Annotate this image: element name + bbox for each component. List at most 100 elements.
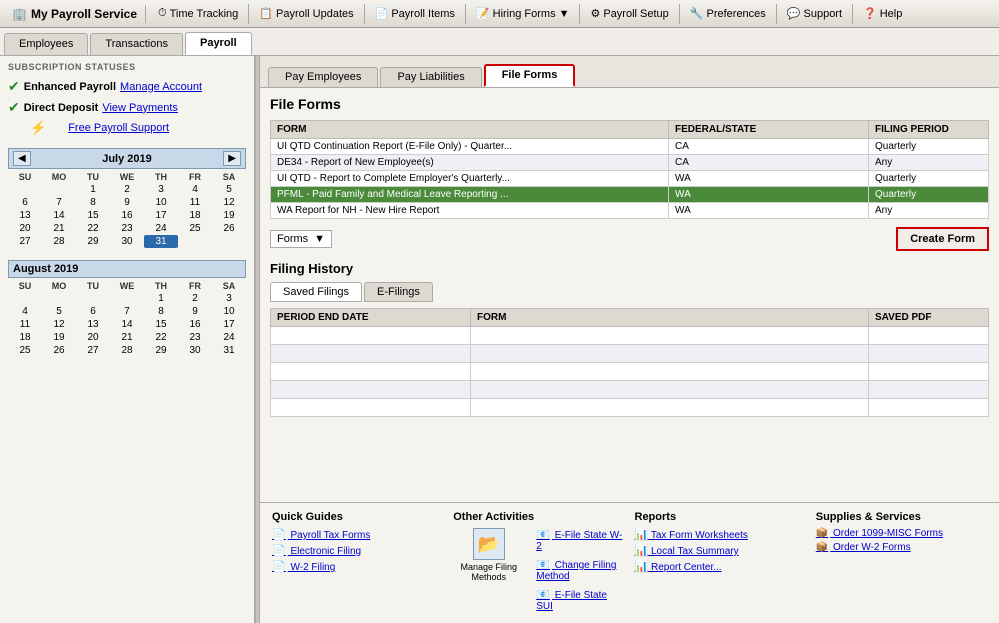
calendar-day[interactable]: 10 <box>212 305 246 318</box>
menu-preferences[interactable]: 🔧 Preferences <box>684 5 772 22</box>
calendar-day[interactable]: 12 <box>212 196 246 209</box>
calendar-day[interactable]: 23 <box>178 331 212 344</box>
calendar-day[interactable]: 27 <box>76 344 110 357</box>
calendar-day[interactable]: 20 <box>8 222 42 235</box>
calendar-day[interactable]: 29 <box>76 235 110 248</box>
calendar-day[interactable]: 6 <box>8 196 42 209</box>
calendar-day[interactable]: 5 <box>42 305 76 318</box>
menu-payroll-updates[interactable]: 📋 Payroll Updates <box>253 5 359 22</box>
calendar-day[interactable]: 30 <box>178 344 212 357</box>
calendar-day[interactable]: 26 <box>42 344 76 357</box>
calendar-day[interactable]: 13 <box>76 318 110 331</box>
calendar-day[interactable]: 6 <box>76 305 110 318</box>
menu-payroll-setup[interactable]: ⚙ Payroll Setup <box>584 5 674 22</box>
calendar-day[interactable]: 21 <box>110 331 144 344</box>
calendar-day[interactable]: 15 <box>144 318 178 331</box>
calendar-day[interactable]: 11 <box>178 196 212 209</box>
calendar-day[interactable]: 12 <box>42 318 76 331</box>
menu-hiring-forms[interactable]: 📝 Hiring Forms ▼ <box>470 5 576 22</box>
w2-filing-link[interactable]: 📄 W-2 Filing <box>272 560 443 573</box>
calendar-day[interactable]: 29 <box>144 344 178 357</box>
calendar-day[interactable]: 14 <box>42 209 76 222</box>
forms-table-row[interactable]: UI QTD - Report to Complete Employer's Q… <box>271 171 989 187</box>
calendar-day[interactable]: 8 <box>76 196 110 209</box>
calendar-day[interactable]: 4 <box>178 183 212 196</box>
local-tax-summary-link[interactable]: 📊 Local Tax Summary <box>635 544 806 557</box>
electronic-filing-link[interactable]: 📄 Electronic Filing <box>272 544 443 557</box>
calendar-day[interactable]: 24 <box>212 331 246 344</box>
forms-table-row[interactable]: WA Report for NH - New Hire ReportWAAny <box>271 203 989 219</box>
calendar-day[interactable]: 20 <box>76 331 110 344</box>
calendar-day[interactable]: 28 <box>110 344 144 357</box>
calendar-day[interactable]: 17 <box>144 209 178 222</box>
calendar-day[interactable]: 10 <box>144 196 178 209</box>
calendar-day[interactable]: 21 <box>42 222 76 235</box>
calendar-day[interactable]: 1 <box>76 183 110 196</box>
calendar-day[interactable]: 3 <box>212 292 246 305</box>
calendar-day[interactable]: 16 <box>110 209 144 222</box>
history-tab-saved[interactable]: Saved Filings <box>270 282 362 302</box>
tab-employees[interactable]: Employees <box>4 33 88 55</box>
calendar-day[interactable]: 26 <box>212 222 246 235</box>
calendar-day[interactable]: 18 <box>8 331 42 344</box>
create-form-button[interactable]: Create Form <box>896 227 989 251</box>
forms-table-row[interactable]: PFML - Paid Family and Medical Leave Rep… <box>271 187 989 203</box>
forms-table-row[interactable]: UI QTD Continuation Report (E-File Only)… <box>271 139 989 155</box>
app-logo[interactable]: 🏢 My Payroll Service <box>4 5 146 23</box>
forms-table-row[interactable]: DE34 - Report of New Employee(s)CAAny <box>271 155 989 171</box>
sub-tab-pay-liabilities[interactable]: Pay Liabilities <box>380 67 481 87</box>
calendar-day[interactable]: 13 <box>8 209 42 222</box>
calendar-day[interactable]: 28 <box>42 235 76 248</box>
tab-transactions[interactable]: Transactions <box>90 33 183 55</box>
menu-support[interactable]: 💬 Support <box>781 5 848 22</box>
calendar-day[interactable]: 8 <box>144 305 178 318</box>
calendar-day[interactable]: 11 <box>8 318 42 331</box>
forms-dropdown[interactable]: Forms ▼ <box>270 230 332 248</box>
calendar-day[interactable]: 7 <box>42 196 76 209</box>
calendar-day[interactable]: 14 <box>110 318 144 331</box>
calendar-day[interactable]: 17 <box>212 318 246 331</box>
calendar-next-button[interactable]: ▶ <box>223 151 241 166</box>
view-payments-link[interactable]: View Payments <box>102 102 178 114</box>
menu-payroll-items[interactable]: 📄 Payroll Items <box>369 5 461 22</box>
calendar-day[interactable]: 19 <box>212 209 246 222</box>
calendar-day[interactable]: 25 <box>178 222 212 235</box>
calendar-day[interactable]: 31 <box>144 235 178 248</box>
manage-filing-methods-icon-group[interactable]: 📂 Manage Filing Methods <box>453 528 524 611</box>
change-filing-method-link[interactable]: 📧 Change Filing Method <box>536 558 624 582</box>
calendar-day[interactable]: 2 <box>178 292 212 305</box>
sub-tab-pay-employees[interactable]: Pay Employees <box>268 67 378 87</box>
calendar-day[interactable]: 25 <box>8 344 42 357</box>
calendar-day[interactable]: 31 <box>212 344 246 357</box>
calendar-day[interactable]: 24 <box>144 222 178 235</box>
calendar-day[interactable]: 9 <box>110 196 144 209</box>
calendar-day[interactable]: 15 <box>76 209 110 222</box>
calendar-day[interactable]: 30 <box>110 235 144 248</box>
free-payroll-support-link[interactable]: Free Payroll Support <box>68 122 169 134</box>
calendar-day[interactable]: 27 <box>8 235 42 248</box>
calendar-day[interactable]: 18 <box>178 209 212 222</box>
menu-time-tracking[interactable]: ⏱ Time Tracking <box>152 5 244 22</box>
sub-tab-file-forms[interactable]: File Forms <box>484 64 576 87</box>
calendar-day[interactable]: 22 <box>76 222 110 235</box>
calendar-day[interactable]: 2 <box>110 183 144 196</box>
calendar-day[interactable]: 22 <box>144 331 178 344</box>
order-1099-link[interactable]: 📦 Order 1099-MISC Forms <box>816 528 987 539</box>
order-w2-link[interactable]: 📦 Order W-2 Forms <box>816 542 987 553</box>
report-center-link[interactable]: 📊 Report Center... <box>635 560 806 573</box>
calendar-day[interactable]: 3 <box>144 183 178 196</box>
calendar-day[interactable]: 9 <box>178 305 212 318</box>
tab-payroll[interactable]: Payroll <box>185 32 252 55</box>
calendar-day[interactable]: 5 <box>212 183 246 196</box>
tax-form-worksheets-link[interactable]: 📊 Tax Form Worksheets <box>635 528 806 541</box>
history-tab-efilings[interactable]: E-Filings <box>364 282 433 302</box>
efile-state-w2-link[interactable]: 📧 E-File State W-2 <box>536 528 624 552</box>
menu-help[interactable]: ❓ Help <box>857 5 908 22</box>
calendar-day[interactable]: 23 <box>110 222 144 235</box>
manage-account-link[interactable]: Manage Account <box>120 81 202 93</box>
calendar-prev-button[interactable]: ◀ <box>13 151 31 166</box>
calendar-day[interactable]: 4 <box>8 305 42 318</box>
calendar-day[interactable]: 16 <box>178 318 212 331</box>
calendar-day[interactable]: 19 <box>42 331 76 344</box>
payroll-tax-forms-link[interactable]: 📄 Payroll Tax Forms <box>272 528 443 541</box>
